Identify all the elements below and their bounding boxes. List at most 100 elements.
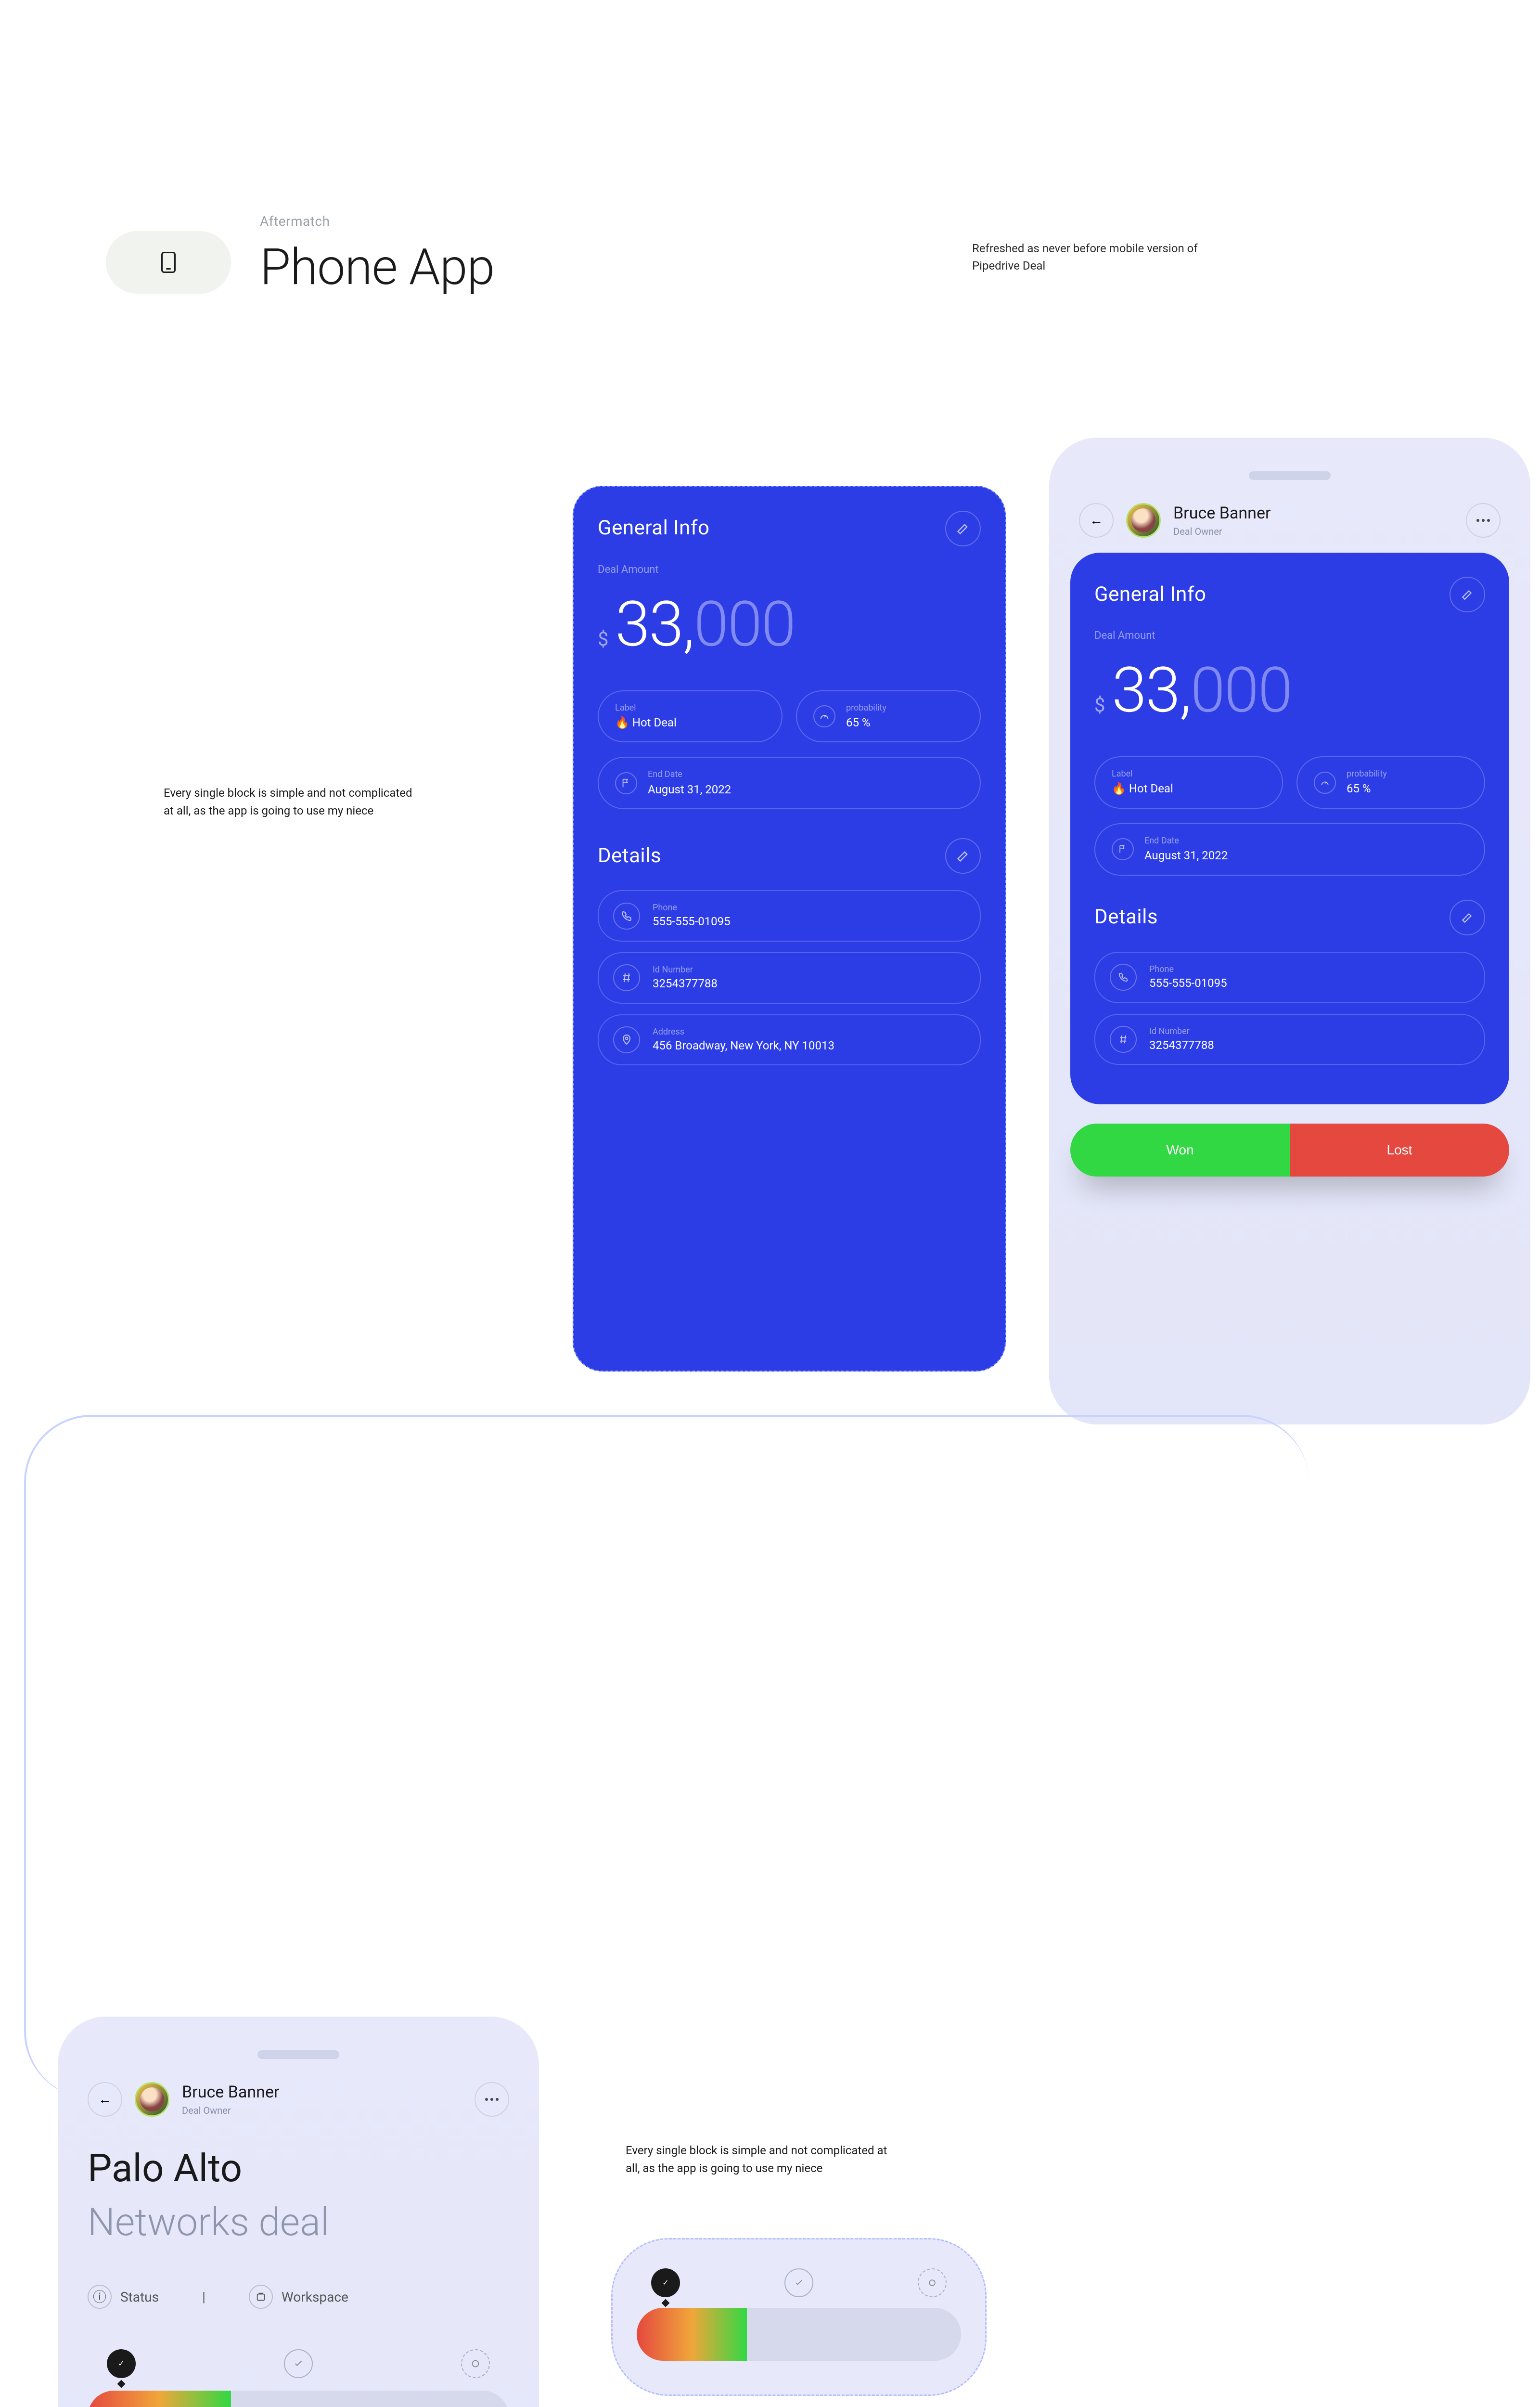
stage-marker-current[interactable] [784,2268,813,2297]
enddate-label: End Date [648,768,731,780]
owner-name: Bruce Banner [1173,502,1271,525]
phone-mockup-1: ← Bruce Banner Deal Owner General Info D… [1049,438,1530,1424]
hash-icon [1110,1026,1137,1053]
phone-value: 555-555-01095 [1149,975,1227,992]
currency-symbol: $ [598,626,608,653]
label-pill[interactable]: Label🔥 Hot Deal [598,690,783,743]
amount-lead: 33, [1112,653,1190,727]
tab-workspace[interactable]: Workspace [249,2278,348,2316]
id-row[interactable]: Id Number3254377788 [1094,1014,1485,1065]
address-label: Address [653,1026,834,1038]
owner-name: Bruce Banner [182,2081,280,2104]
phone-row[interactable]: Phone555-555-01095 [1094,952,1485,1003]
status-progress-bar[interactable] [637,2308,961,2361]
hash-icon [613,964,640,991]
edit-details-button[interactable] [945,838,981,874]
id-label: Id Number [653,964,718,976]
gauge-icon [1314,772,1336,794]
more-button[interactable] [1466,503,1501,538]
progress-segment-done [88,2391,231,2407]
tab-divider: | [202,2281,205,2313]
label-value: 🔥 Hot Deal [615,715,677,731]
won-button[interactable]: Won [1070,1124,1290,1177]
label-caption: Label [615,702,677,714]
header-description: Refreshed as never before mobile version… [972,240,1213,274]
deal-amount-label: Deal Amount [1094,629,1485,644]
connector-line-1 [24,1415,1309,2098]
won-lost-buttons: Won Lost [1070,1124,1509,1177]
phone-icon [161,252,176,273]
id-row[interactable]: Id Number3254377788 [598,952,981,1004]
id-label: Id Number [1149,1025,1214,1037]
phone-row[interactable]: Phone555-555-01095 [598,890,981,942]
tab-status[interactable]: ⓘStatus [88,2278,159,2316]
status-progress-bar[interactable] [88,2391,509,2407]
stage-marker-future[interactable] [461,2349,490,2378]
page-title: Phone App [260,233,494,303]
owner-role: Deal Owner [182,2104,280,2117]
gauge-icon [813,705,835,727]
id-value: 3254377788 [1149,1037,1214,1054]
pin-icon [613,1026,640,1053]
deal-amount: $ 33,000 [598,581,981,668]
back-button[interactable]: ← [88,2082,122,2117]
brand-label: Aftermatch [260,212,494,231]
flag-icon [615,772,637,794]
details-title: Details [1094,903,1158,932]
label-value: 🔥 Hot Deal [1112,781,1173,797]
owner-avatar[interactable] [1126,503,1161,538]
id-value: 3254377788 [653,976,718,992]
deal-name-main: Palo Alto [88,2146,242,2191]
enddate-pill[interactable]: End Date August 31, 2022 [598,757,981,809]
general-info-card: General Info Deal Amount $ 33,000 Label🔥… [573,486,1006,1372]
phone-notch [1249,471,1331,480]
edit-button[interactable] [945,511,981,546]
flag-icon [1112,838,1134,860]
deal-amount-label: Deal Amount [598,563,981,578]
header-app-icon [106,231,231,294]
label-caption: Label [1112,768,1173,780]
progress-segment-mid [231,2391,370,2407]
status-widget: ✓ 36 D 24 D 48 D [88,2349,509,2407]
label-pill[interactable]: Label🔥 Hot Deal [1094,756,1283,809]
probability-pill[interactable]: probability65 % [796,690,981,743]
probability-pill[interactable]: probability65 % [1296,756,1485,809]
stage-marker-future[interactable] [918,2268,947,2297]
phone-value: 555-555-01095 [653,914,731,930]
caption-block-1: Every single block is simple and not com… [164,784,424,820]
tab-workspace-label: Workspace [282,2288,348,2306]
owner-avatar[interactable] [135,2082,169,2117]
status-widget-zoom: ✓ [611,2238,987,2396]
caption-block-2: Every single block is simple and not com… [626,2142,895,2177]
general-info-title: General Info [1094,581,1206,609]
phone-notch [257,2050,339,2059]
details-title: Details [598,842,661,870]
edit-details-button[interactable] [1450,900,1485,935]
address-row[interactable]: Address456 Broadway, New York, NY 10013 [598,1014,981,1066]
address-value: 456 Broadway, New York, NY 10013 [653,1038,834,1054]
progress-segment-open [370,2391,509,2407]
amount-trail: 000 [694,587,795,661]
enddate-label: End Date [1144,835,1228,847]
edit-button[interactable] [1450,577,1485,612]
owner-role: Deal Owner [1173,525,1271,538]
tab-status-label: Status [120,2288,159,2306]
stage-marker-current[interactable] [284,2349,313,2378]
amount-trail: 000 [1191,653,1292,727]
general-info-title: General Info [598,514,709,543]
lost-button[interactable]: Lost [1290,1124,1509,1177]
currency-symbol: $ [1094,692,1105,719]
more-button[interactable] [475,2082,509,2117]
stage-marker-done[interactable]: ✓ [651,2268,680,2297]
probability-value: 65 % [846,715,886,731]
phone-mockup-2: ← Bruce Banner Deal Owner Palo Alto Netw… [58,2017,539,2407]
back-button[interactable]: ← [1079,503,1114,538]
general-info-card-in-phone: General Info Deal Amount $ 33,000 Label🔥… [1070,553,1509,1104]
phone-icon [613,903,640,930]
probability-value: 65 % [1347,781,1387,797]
probability-label: probability [1347,768,1387,780]
enddate-value: August 31, 2022 [648,782,731,798]
stage-marker-done[interactable]: ✓ [107,2349,136,2378]
enddate-value: August 31, 2022 [1144,848,1228,864]
enddate-pill[interactable]: End DateAugust 31, 2022 [1094,823,1485,876]
